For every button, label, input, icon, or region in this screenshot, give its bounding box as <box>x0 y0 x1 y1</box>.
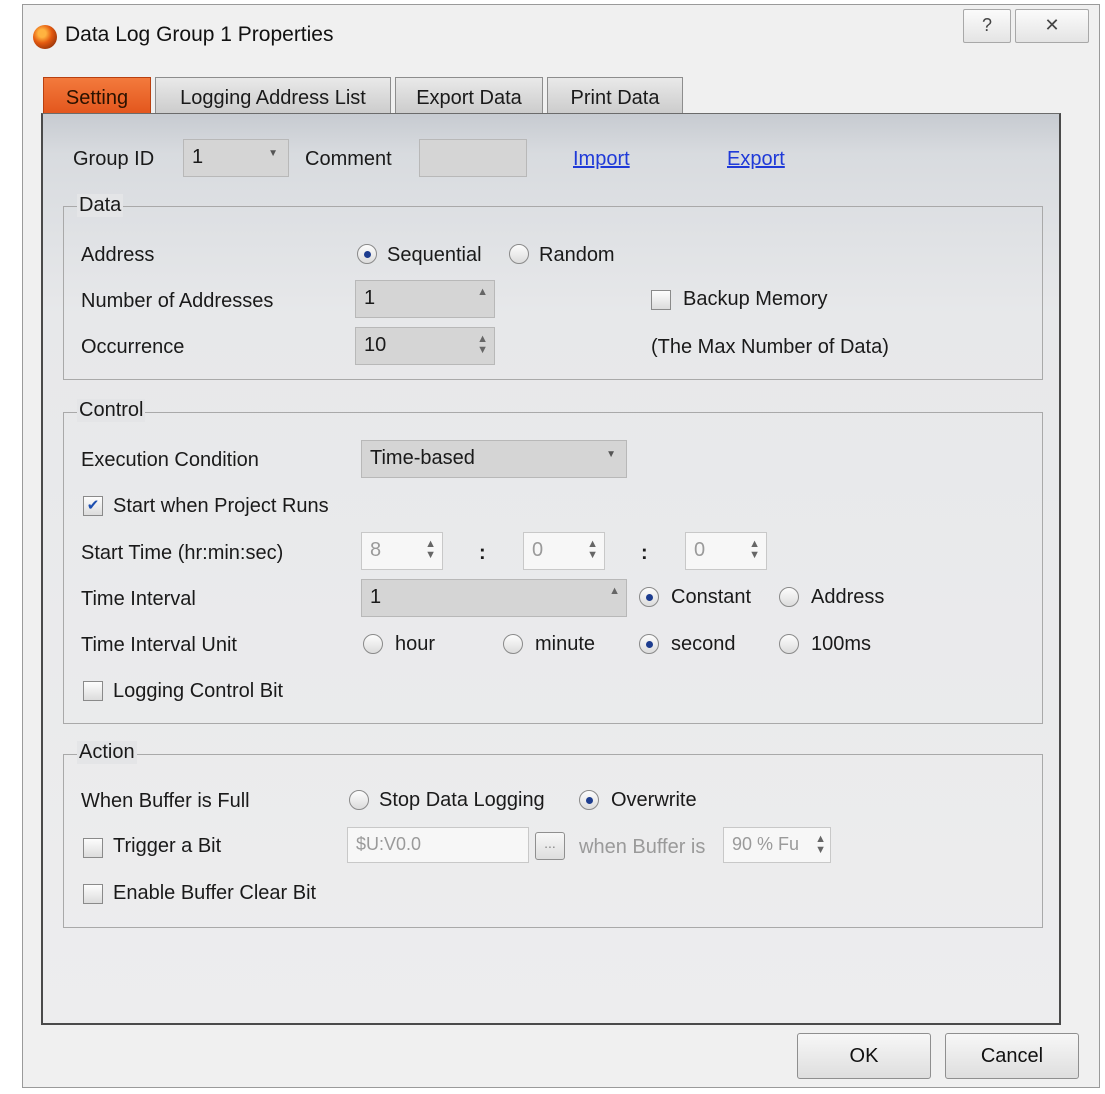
chevron-down-icon: ▼ <box>606 449 616 460</box>
time-separator: : <box>641 542 648 564</box>
backup-memory-label: Backup Memory <box>683 288 828 310</box>
import-link[interactable]: Import <box>573 148 630 171</box>
hour-label: hour <box>395 633 436 655</box>
title-bar: Data Log Group 1 Properties ? ✕ <box>23 5 1099 61</box>
export-link[interactable]: Export <box>727 148 785 171</box>
minute-label: minute <box>535 633 596 655</box>
sequential-label: Sequential <box>387 244 482 266</box>
occurrence-label: Occurrence <box>81 336 185 358</box>
random-radio[interactable] <box>509 244 529 264</box>
data-group-title: Data <box>77 194 124 217</box>
exec-condition-value: Time-based <box>370 447 475 469</box>
trigger-bit-label: Trigger a Bit <box>113 835 222 857</box>
address-mode-label: Address <box>811 586 885 608</box>
start-second-spinner[interactable]: 0 ▲ ▼ <box>685 532 767 570</box>
exec-condition-dropdown[interactable]: Time-based ▼ <box>361 440 627 478</box>
constant-label: Constant <box>671 586 752 608</box>
group-id-dropdown[interactable]: 1 ▼ <box>183 139 289 177</box>
buffer-clear-checkbox[interactable] <box>83 884 103 904</box>
max-data-note: (The Max Number of Data) <box>651 336 889 358</box>
when-buffer-label: when Buffer is <box>579 836 706 858</box>
buffer-full-label: When Buffer is Full <box>81 790 250 812</box>
spin-updown-icon: ▲ ▼ <box>477 333 488 356</box>
num-addresses-value: 1 <box>364 287 376 309</box>
browse-button[interactable]: ... <box>535 832 565 860</box>
tab-setting[interactable]: Setting <box>43 77 151 117</box>
sequential-radio[interactable] <box>357 244 377 264</box>
100ms-label: 100ms <box>811 633 872 655</box>
comment-label: Comment <box>305 148 392 170</box>
backup-memory-checkbox[interactable] <box>651 290 671 310</box>
cancel-button[interactable]: Cancel <box>945 1033 1079 1079</box>
group-id-label: Group ID <box>73 148 155 170</box>
app-icon <box>33 25 57 49</box>
address-label: Address <box>81 244 155 266</box>
occurrence-spinner[interactable]: 10 ▲ ▼ <box>355 327 495 365</box>
logging-control-checkbox[interactable] <box>83 681 103 701</box>
checkmark-icon: ✔ <box>86 497 100 514</box>
buffer-percent-value: 90 % Fu <box>732 834 800 854</box>
tab-print-data[interactable]: Print Data <box>547 77 683 117</box>
time-interval-label: Time Interval <box>81 588 196 610</box>
comment-input[interactable] <box>419 139 527 177</box>
spin-up-icon: ▲ <box>609 585 620 597</box>
setting-tab-panel: Group ID 1 ▼ Comment Import Export Data … <box>41 113 1061 1025</box>
control-group-title: Control <box>77 399 146 422</box>
start-when-runs-label: Start when Project Runs <box>113 495 329 517</box>
action-group-title: Action <box>77 741 137 764</box>
start-minute-spinner[interactable]: 0 ▲ ▼ <box>523 532 605 570</box>
properties-dialog: Data Log Group 1 Properties ? ✕ Setting … <box>22 4 1100 1088</box>
time-interval-value: 1 <box>370 586 382 608</box>
time-separator: : <box>479 542 486 564</box>
spin-updown-icon: ▲ ▼ <box>815 833 826 856</box>
start-minute-value: 0 <box>532 539 544 561</box>
spin-updown-icon: ▲ ▼ <box>587 538 598 561</box>
trigger-address-input[interactable]: $U:V0.0 <box>347 827 529 863</box>
buffer-percent-spinner[interactable]: 90 % Fu ▲ ▼ <box>723 827 831 863</box>
start-hour-spinner[interactable]: 8 ▲ ▼ <box>361 532 443 570</box>
100ms-radio[interactable] <box>779 634 799 654</box>
close-button[interactable]: ✕ <box>1015 9 1089 43</box>
hour-radio[interactable] <box>363 634 383 654</box>
ok-button[interactable]: OK <box>797 1033 931 1079</box>
logging-control-label: Logging Control Bit <box>113 680 284 702</box>
num-addresses-label: Number of Addresses <box>81 290 274 312</box>
overwrite-radio[interactable] <box>579 790 599 810</box>
exec-condition-label: Execution Condition <box>81 449 259 471</box>
start-hour-value: 8 <box>370 539 382 561</box>
stop-logging-radio[interactable] <box>349 790 369 810</box>
help-button[interactable]: ? <box>963 9 1011 43</box>
num-addresses-spinner[interactable]: 1 ▲ <box>355 280 495 318</box>
spin-updown-icon: ▲ ▼ <box>749 538 760 561</box>
trigger-bit-checkbox[interactable] <box>83 838 103 858</box>
time-unit-label: Time Interval Unit <box>81 634 237 656</box>
buffer-clear-label: Enable Buffer Clear Bit <box>113 882 317 904</box>
window-title: Data Log Group 1 Properties <box>65 23 334 46</box>
minute-radio[interactable] <box>503 634 523 654</box>
occurrence-value: 10 <box>364 334 387 356</box>
random-label: Random <box>539 244 615 266</box>
second-radio[interactable] <box>639 634 659 654</box>
chevron-down-icon: ▼ <box>268 148 278 159</box>
overwrite-label: Overwrite <box>611 789 697 811</box>
stop-logging-label: Stop Data Logging <box>379 789 545 811</box>
address-radio[interactable] <box>779 587 799 607</box>
time-interval-spinner[interactable]: 1 ▲ <box>361 579 627 617</box>
start-second-value: 0 <box>694 539 706 561</box>
spin-up-icon: ▲ <box>477 286 488 298</box>
start-when-runs-checkbox[interactable]: ✔ <box>83 496 103 516</box>
group-id-value: 1 <box>192 146 204 168</box>
constant-radio[interactable] <box>639 587 659 607</box>
spin-updown-icon: ▲ ▼ <box>425 538 436 561</box>
start-time-label: Start Time (hr:min:sec) <box>81 542 284 564</box>
tab-export-data[interactable]: Export Data <box>395 77 543 117</box>
tab-logging-address-list[interactable]: Logging Address List <box>155 77 391 117</box>
second-label: second <box>671 633 736 655</box>
